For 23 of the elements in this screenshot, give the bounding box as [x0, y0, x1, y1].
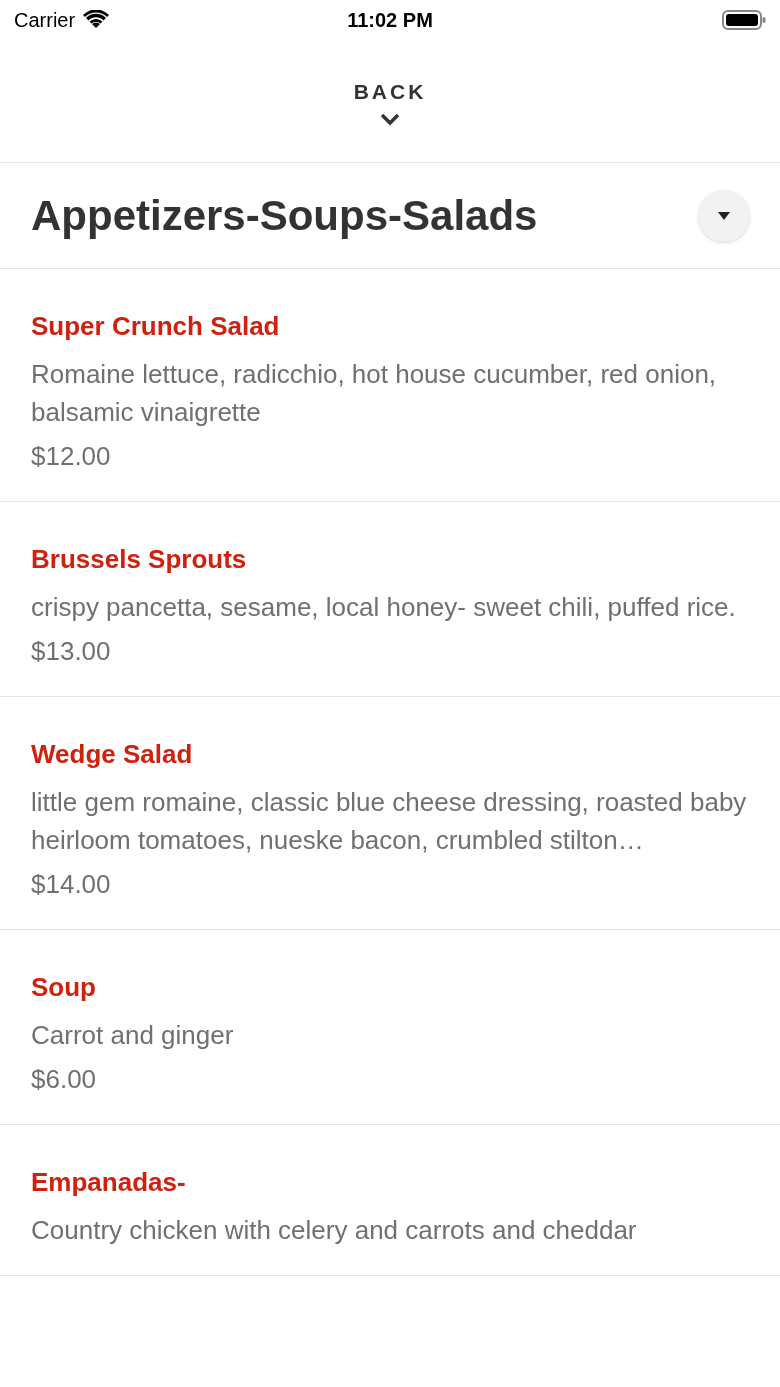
item-description: little gem romaine, classic blue cheese dressing, roasted baby heirloom tomatoes, nueske bacon, crumbled stilton… — [31, 786, 748, 857]
item-description: crispy pancetta, sesame, local honey- sweet chili, puffed rice. — [31, 591, 737, 624]
item-price: $6.00 — [31, 1063, 98, 1096]
item-price: $12.00 — [31, 440, 112, 473]
carrier-name: Carrier — [14, 8, 76, 33]
back-button[interactable]: BACK — [353, 76, 427, 126]
chevron-down-icon — [379, 111, 401, 126]
item-description: Country chicken with celery and carrots and cheddar — [31, 1214, 638, 1247]
battery-icon — [722, 10, 766, 30]
item-price: $14.00 — [31, 868, 112, 901]
status-time: 11:02 PM — [347, 8, 433, 33]
item-name: Empanadas- — [31, 1166, 187, 1199]
item-description: Romaine lettuce, radicchio, hot house cucumber, red onion, balsamic vinaigrette — [31, 358, 718, 429]
item-price: $13.00 — [31, 635, 112, 668]
item-name: Soup — [31, 971, 97, 1004]
category-dropdown-button[interactable] — [698, 189, 750, 242]
category-title: Appetizers-Soups-Salads — [31, 191, 538, 241]
item-name: Brussels Sprouts — [31, 543, 248, 576]
item-name: Wedge Salad — [31, 738, 194, 771]
caret-icon — [718, 211, 730, 220]
item-description: Carrot and ginger — [31, 1019, 235, 1052]
item-name: Super Crunch Salad — [31, 310, 281, 343]
wifi-icon — [83, 10, 110, 30]
